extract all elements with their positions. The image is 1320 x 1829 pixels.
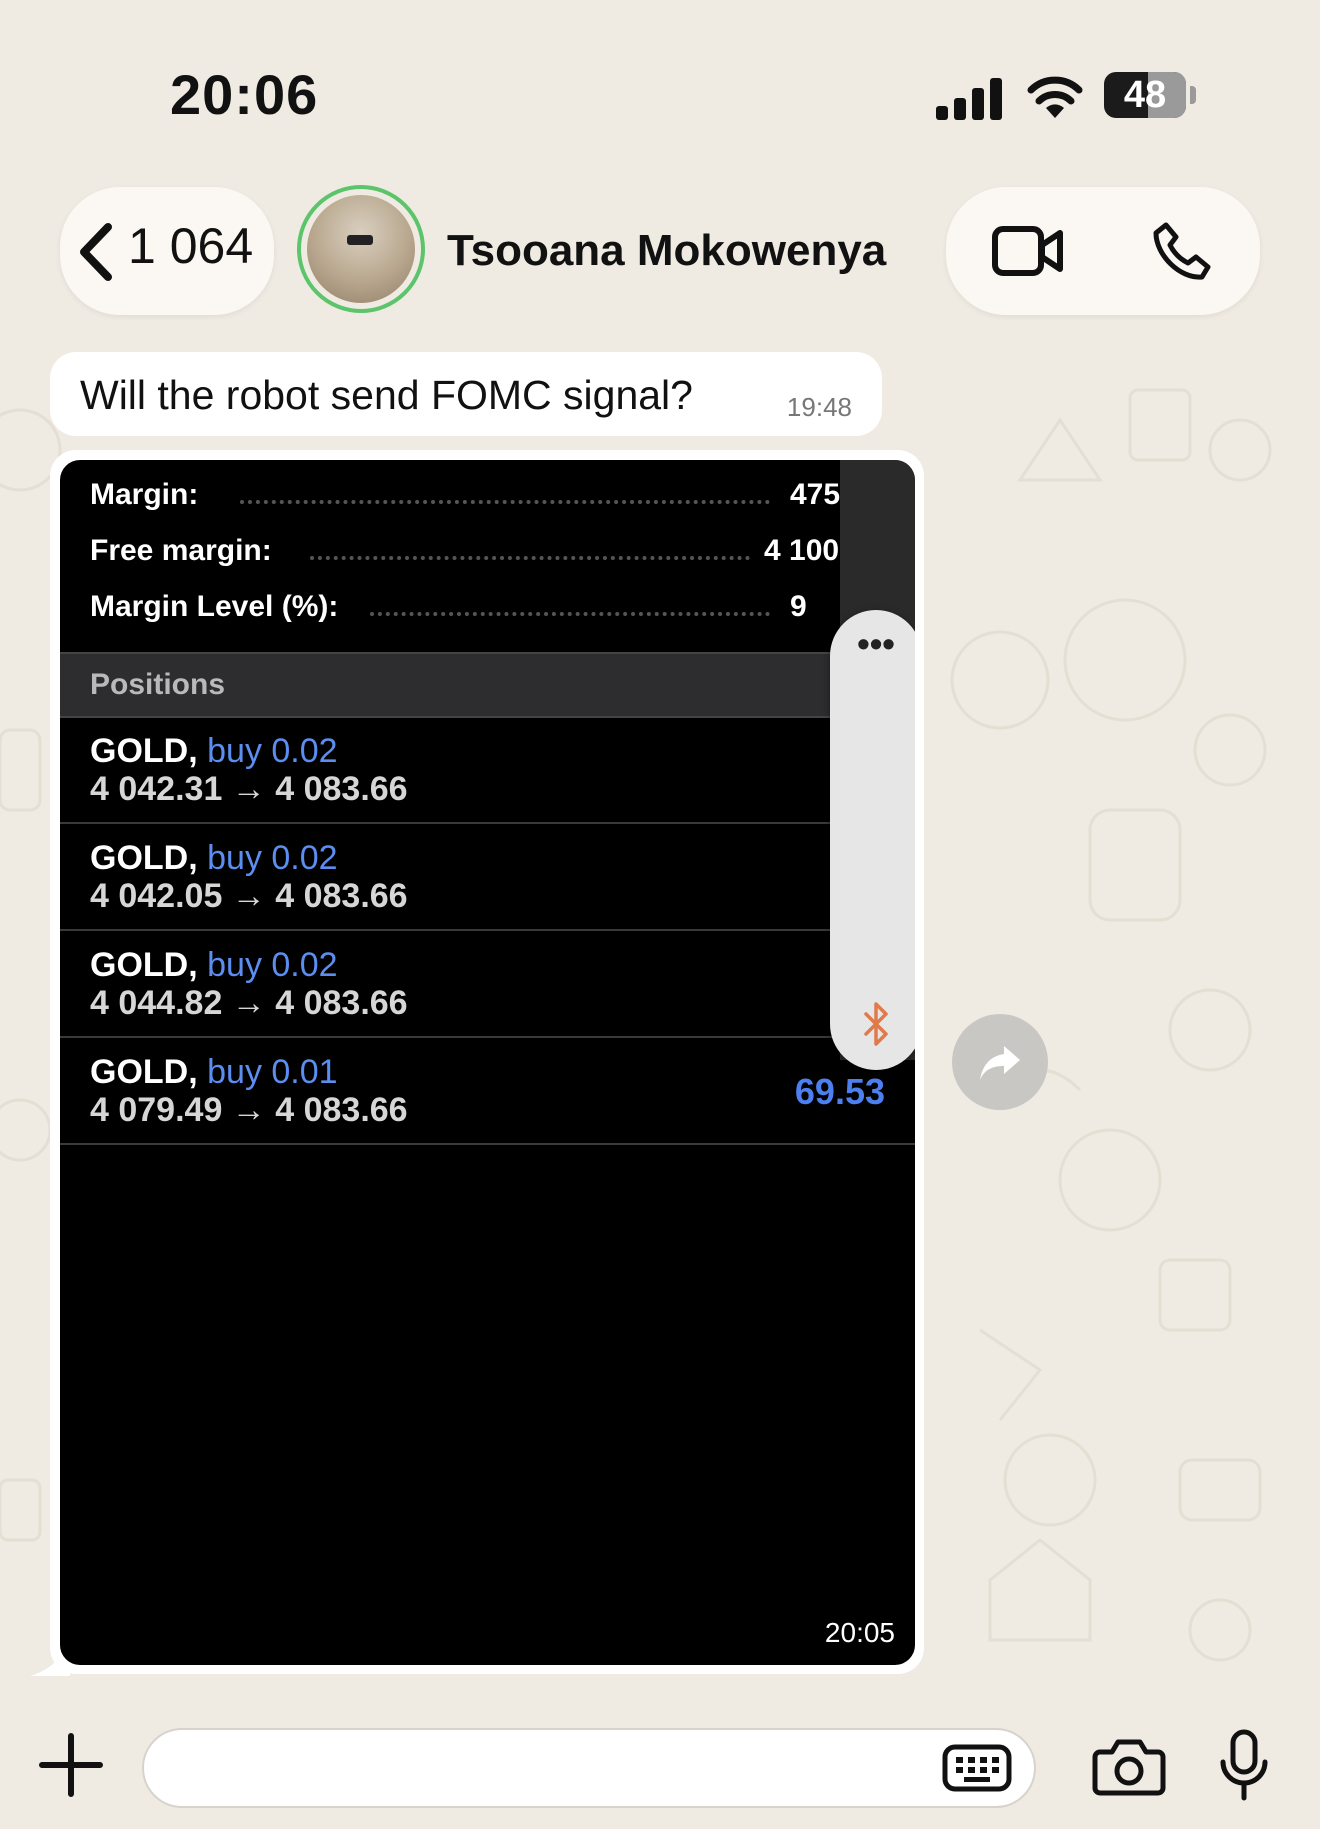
positions-title: Positions [90,668,226,701]
trading-screenshot[interactable]: Margin: 475. Free margin: 4 100. Margin … [60,460,915,1665]
signal-icon [936,78,1002,120]
position-side: buy 0.02 [207,732,338,770]
status-time: 20:06 [170,63,319,126]
position-prices: 4 042.31 → 4 083.66 [90,770,408,808]
status-bar: 20:06 48 [0,0,1320,160]
forward-button[interactable] [952,1014,1048,1110]
position-row: GOLD, buy 0.02 4 042.05 → 4 083.66 1 [60,823,915,931]
keyboard-icon[interactable] [942,1744,1012,1792]
forward-icon [980,1046,1020,1080]
leader-dots [310,556,750,560]
phone-icon[interactable] [1152,221,1212,281]
message-text: Will the robot send FOMC signal? [80,372,693,418]
position-prices: 4 079.49 → 4 083.66 [90,1091,408,1129]
unread-count: 1 064 [128,218,254,274]
image-message[interactable]: Margin: 475. Free margin: 4 100. Margin … [50,450,924,1674]
margin-label: Margin: [90,478,199,511]
margin-level-value: 9 [790,590,807,623]
floating-sidebar: ••• [830,610,915,1070]
free-margin-label: Free margin: [90,534,272,567]
contact-avatar[interactable] [297,185,425,313]
leader-dots [240,500,770,504]
chevron-left-icon [80,223,112,281]
position-prices: 4 044.82 → 4 083.66 [90,984,408,1022]
position-prices: 4 042.05 → 4 083.66 [90,877,408,915]
message-bubble[interactable]: Will the robot send FOMC signal? 19:48 [50,352,882,436]
battery-level: 48 [1123,74,1167,116]
message-input[interactable] [142,1728,1036,1808]
more-icon: ••• [857,623,895,664]
wifi-icon [1027,76,1083,118]
position-row: GOLD, buy 0.01 4 079.49 → 4 083.66 69.53 [60,1037,915,1145]
position-row: GOLD, buy 0.02 4 042.31 → 4 083.66 1 [60,716,915,824]
position-side: buy 0.02 [207,839,338,877]
margin-level-label: Margin Level (%): [90,590,339,623]
camera-icon[interactable] [1092,1738,1166,1796]
battery-indicator: 48 [1104,72,1186,118]
leader-dots [370,612,770,616]
bluetooth-icon [864,1002,888,1046]
positions-header: Positions [60,652,915,718]
position-symbol: GOLD, [90,946,198,984]
battery-cap [1190,86,1196,104]
back-button[interactable]: 1 064 [60,187,274,315]
call-actions [946,187,1260,315]
video-camera-icon[interactable] [992,225,1064,277]
position-symbol: GOLD, [90,732,198,770]
position-side: buy 0.02 [207,946,338,984]
plus-icon[interactable] [38,1732,104,1798]
position-symbol: GOLD, [90,1053,198,1091]
position-symbol: GOLD, [90,839,198,877]
microphone-icon[interactable] [1218,1728,1270,1802]
message-time: 20:05 [824,1617,895,1648]
contact-name[interactable]: Tsooana Mokowenya [447,226,886,276]
position-pnl: 69.53 [794,1071,885,1112]
free-margin-value: 4 100. [764,534,848,567]
message-time: 19:48 [786,392,852,422]
position-row: GOLD, buy 0.02 4 044.82 → 4 083.66 1 [60,930,915,1038]
position-side: buy 0.01 [207,1053,338,1091]
